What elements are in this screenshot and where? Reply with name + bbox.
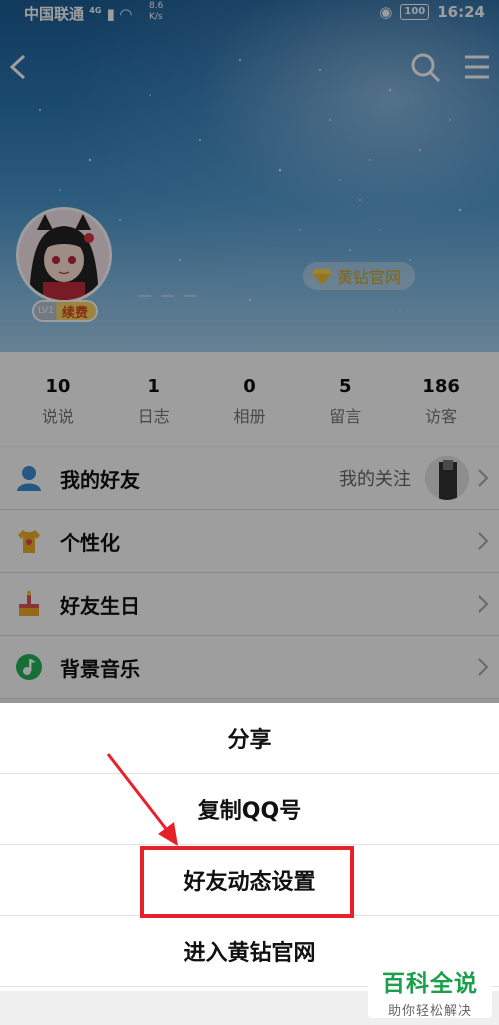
pointer-arrow-annotation [106,753,178,846]
share-option[interactable]: 分享 [0,703,499,774]
copy-qq-number-option[interactable]: 复制QQ号 [0,774,499,845]
watermark-subtitle: 助你轻松解决 [387,1004,472,1019]
highlight-box [140,846,354,918]
watermark-title: 百科全说 [382,971,478,997]
watermark: 百科全说 助你轻松解决 [368,960,492,1019]
